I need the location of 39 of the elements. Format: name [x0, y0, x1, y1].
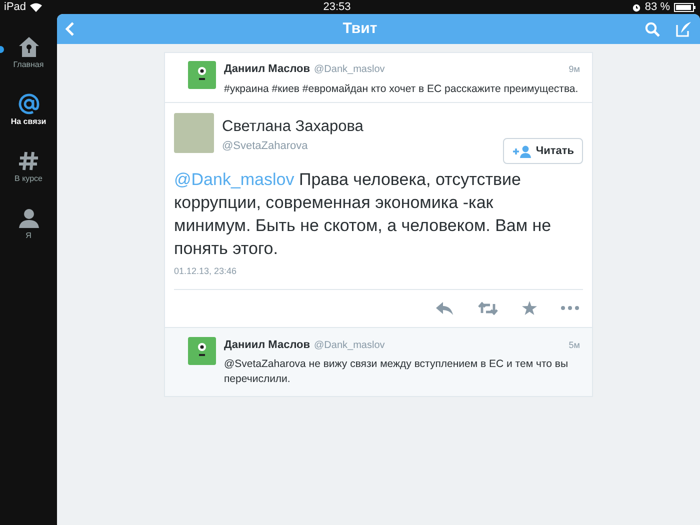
clock-time: 23:53	[323, 0, 351, 14]
at-icon	[18, 93, 40, 115]
author-name[interactable]: Даниил Маслов	[224, 61, 310, 78]
search-button[interactable]	[644, 22, 660, 36]
tweet-text: @SvetaZaharova не вижу связи между вступлением в ЕС и тем что вы перечислили.	[224, 357, 570, 386]
follow-button[interactable]: Читать	[502, 138, 583, 164]
photo-placeholder	[174, 112, 214, 153]
tweet-text: #украина #киев #евромайдан кто хочет в ЕС расскажите преимущества.	[224, 82, 580, 96]
add-user-icon	[512, 144, 532, 158]
hashtag-icon	[18, 150, 40, 172]
header-title: Твит	[342, 18, 378, 39]
author-name[interactable]: Даниил Маслов	[224, 336, 310, 354]
author-handle: @Dank_maslov	[314, 338, 385, 353]
sidebar-item[interactable]: Я	[0, 207, 57, 264]
reply-button[interactable]	[436, 302, 454, 315]
tweet-timestamp: 01.12.13, 23:46	[174, 265, 238, 278]
sidebar-item[interactable]: Главная	[0, 36, 57, 93]
retweet-button[interactable]	[478, 302, 498, 315]
device-name: iPad	[4, 0, 26, 14]
compose-button[interactable]	[676, 21, 692, 37]
back-button[interactable]	[65, 22, 75, 36]
battery-icon	[674, 2, 696, 12]
wifi-icon	[30, 2, 42, 12]
sidebar-item[interactable]: На связи	[0, 93, 57, 150]
avatar-drawing	[188, 61, 216, 89]
favorite-button[interactable]	[522, 301, 537, 316]
author-handle: @SvetaZaharova	[222, 138, 309, 154]
tweet-time: 9м	[568, 63, 580, 76]
tweet-text: @Dank_maslov Права человека, отсутствие коррупции, современная экономика -как минимум. Быть не скотом, а человеком. Вам не понять этого.	[174, 169, 552, 260]
alarm-icon	[632, 2, 641, 12]
more-button[interactable]	[561, 306, 579, 310]
tweet-time: 5м	[568, 338, 580, 352]
author-handle: @Dank_maslov	[314, 63, 385, 77]
battery-percent: 83 %	[644, 0, 670, 14]
person-icon	[18, 207, 40, 229]
author-name[interactable]: Светлана Захарова	[222, 114, 503, 138]
sidebar-item[interactable]: В курсе	[0, 150, 57, 207]
avatar-drawing	[188, 336, 216, 365]
house-icon	[18, 36, 40, 58]
